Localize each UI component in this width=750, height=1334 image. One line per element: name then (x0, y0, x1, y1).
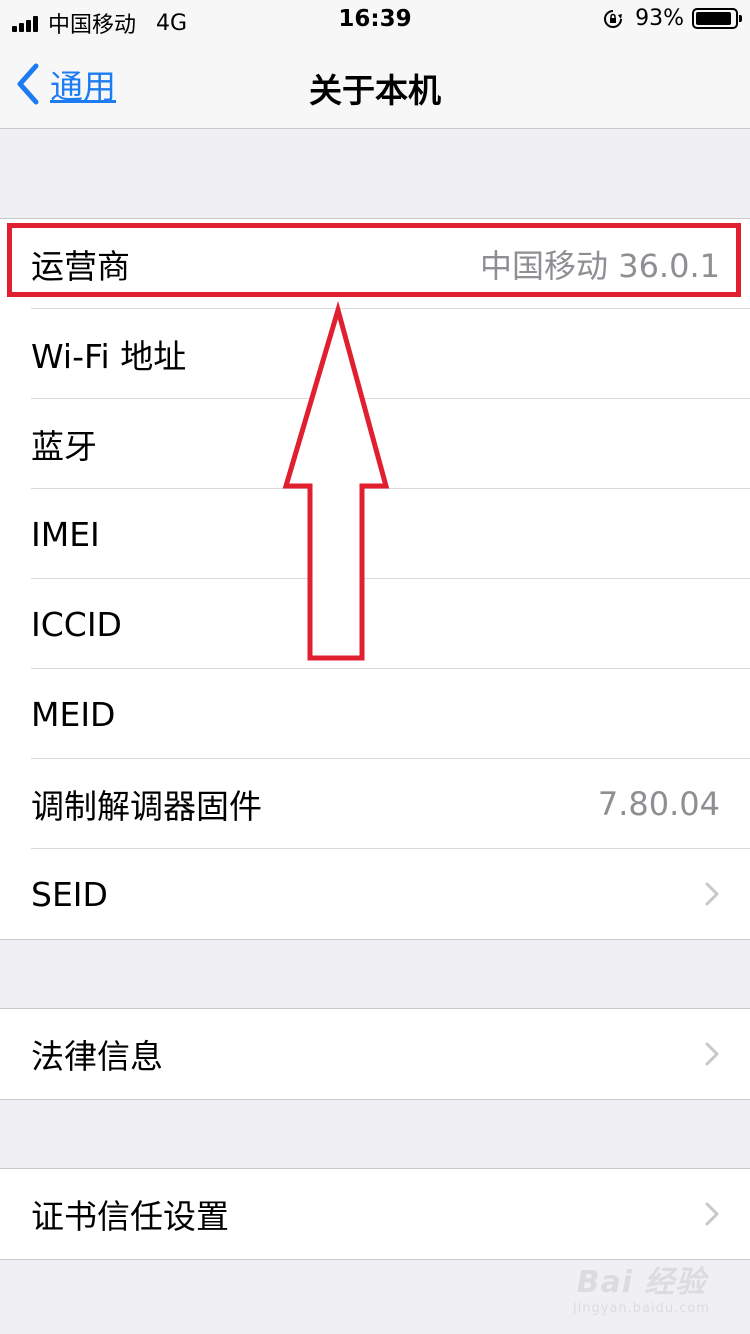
row-seid[interactable]: SEID (0, 849, 750, 939)
row-label: MEID (31, 694, 116, 734)
row-certificate-trust[interactable]: 证书信任设置 (0, 1169, 750, 1259)
rotation-lock-icon (604, 9, 623, 28)
legal-group: 法律信息 (0, 1008, 750, 1100)
certificate-group: 证书信任设置 (0, 1168, 750, 1260)
row-label: 法律信息 (31, 1037, 163, 1076)
chevron-right-icon (705, 882, 719, 906)
row-meid[interactable]: MEID (0, 669, 750, 759)
carrier-highlight-box (7, 223, 741, 297)
row-legal-info[interactable]: 法律信息 (0, 1009, 750, 1099)
row-label: 调制解调器固件 (31, 787, 262, 826)
nav-bar: 通用 关于本机 (0, 40, 750, 129)
chevron-right-icon (705, 1202, 719, 1226)
row-modem-firmware[interactable]: 调制解调器固件 7.80.04 (0, 759, 750, 849)
status-right: 93% (603, 6, 742, 31)
row-label: 证书信任设置 (31, 1197, 229, 1236)
watermark-logo: Bai 经验 (576, 1265, 707, 1300)
battery-icon (692, 8, 742, 29)
watermark-url: jingyan.baidu.com (573, 1301, 710, 1316)
row-value: 7.80.04 (597, 785, 720, 823)
battery-percent: 93% (635, 6, 684, 31)
battery-fill (696, 12, 732, 25)
chevron-right-icon (705, 1042, 719, 1066)
page-title: 关于本机 (309, 71, 441, 110)
status-bar: 中国移动 4G 16:39 93% (0, 0, 750, 40)
watermark: Bai 经验 jingyan.baidu.com (573, 1257, 710, 1316)
up-arrow-annotation-icon (282, 300, 390, 661)
row-label: SEID (31, 874, 108, 914)
